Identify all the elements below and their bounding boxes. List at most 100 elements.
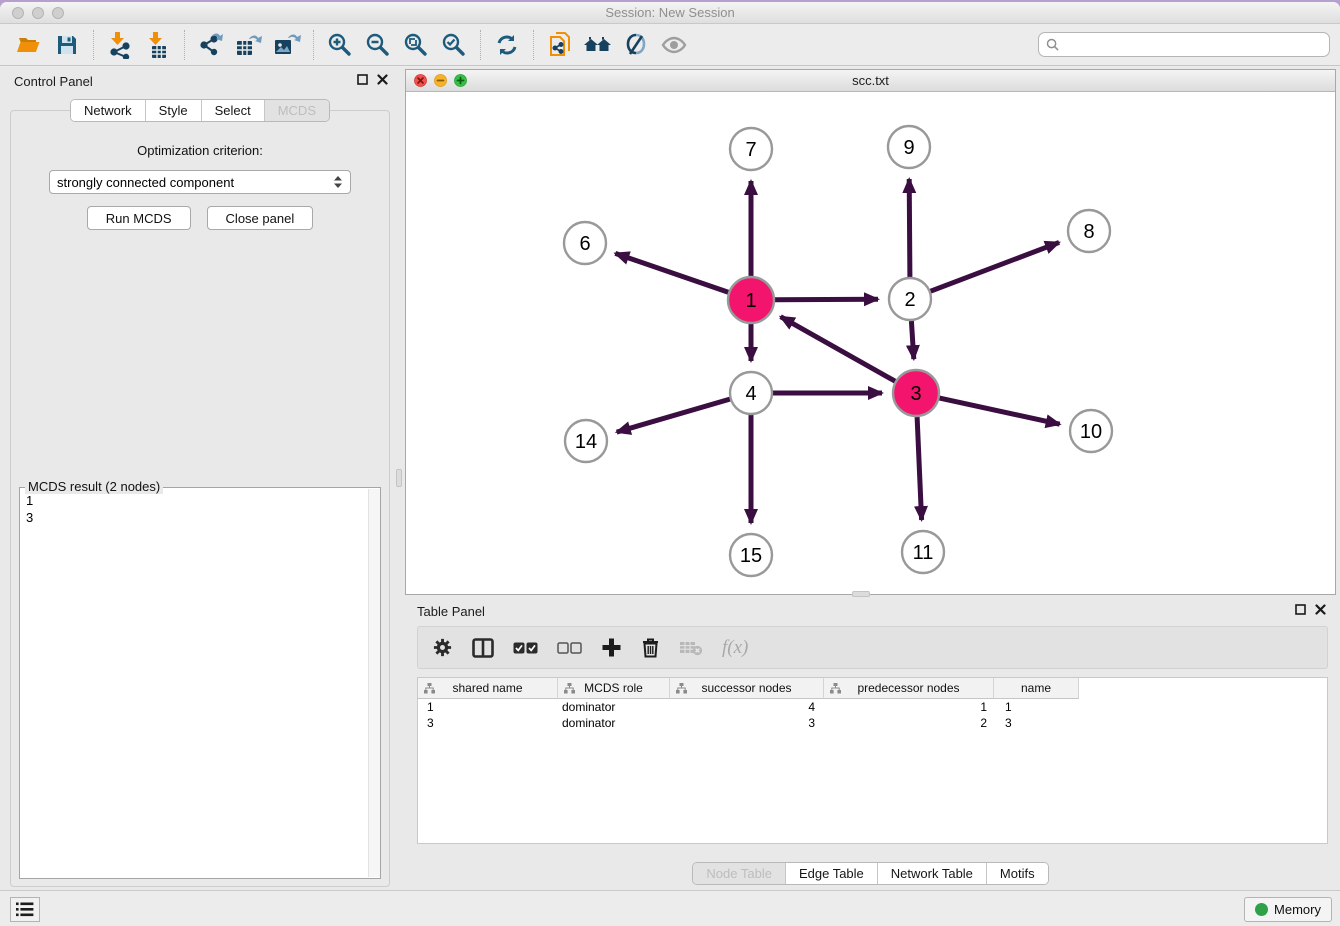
run-mcds-button[interactable]: Run MCDS <box>87 206 191 230</box>
settings-icon[interactable] <box>432 637 453 658</box>
tab-network[interactable]: Network <box>71 100 145 121</box>
graph-node-label: 7 <box>745 139 756 161</box>
task-history-button[interactable] <box>10 897 40 922</box>
table-row[interactable]: 3dominator323 <box>418 715 1327 731</box>
column-header-MCDS-role[interactable]: MCDS role <box>558 678 670 699</box>
graph-edge-2-3[interactable] <box>911 321 913 359</box>
memory-button[interactable]: Memory <box>1244 897 1332 922</box>
control-panel: Control Panel NetworkStyleSelectMCDS Opt… <box>4 69 396 889</box>
open-session-icon[interactable] <box>10 28 48 62</box>
delete-table-icon[interactable] <box>679 640 703 656</box>
tab-edge-table[interactable]: Edge Table <box>785 863 877 884</box>
close-panel-icon[interactable] <box>377 74 388 85</box>
table-cell[interactable]: dominator <box>558 715 670 731</box>
graph-edge-3-11[interactable] <box>917 417 922 520</box>
column-header-successor-nodes[interactable]: successor nodes <box>670 678 824 699</box>
export-table-icon[interactable] <box>230 28 268 62</box>
export-image-icon[interactable] <box>268 28 306 62</box>
deselect-all-icon[interactable] <box>557 642 582 654</box>
search-field[interactable] <box>1038 32 1330 57</box>
close-view-button[interactable] <box>414 74 427 87</box>
zoom-in-icon[interactable] <box>321 28 359 62</box>
table-splitter-handle[interactable] <box>852 591 870 597</box>
minimize-view-button[interactable] <box>434 74 447 87</box>
maximize-view-button[interactable] <box>454 74 467 87</box>
graph-edge-2-9[interactable] <box>909 179 910 277</box>
import-network-icon[interactable] <box>101 28 139 62</box>
main-toolbar <box>0 24 1340 66</box>
graph-edge-1-2[interactable] <box>775 299 878 300</box>
table-cell[interactable]: 3 <box>418 715 558 731</box>
chevron-up-down-icon <box>333 175 343 189</box>
select-all-icon[interactable] <box>513 642 538 654</box>
table-panel: Table Panel <box>405 599 1336 889</box>
mcds-result-text[interactable]: 1 3 <box>20 490 367 878</box>
tab-mcds[interactable]: MCDS <box>264 100 329 121</box>
graph-edge-1-6[interactable] <box>615 253 728 292</box>
eye-icon[interactable] <box>655 28 693 62</box>
table-cell[interactable]: 3 <box>670 715 824 731</box>
network-view-window: scc.txt 7968124314101511 <box>405 69 1336 595</box>
table-cell[interactable]: 2 <box>824 715 994 731</box>
toolbar-separator <box>533 30 534 60</box>
tab-node-table[interactable]: Node Table <box>693 863 785 884</box>
save-session-icon[interactable] <box>48 28 86 62</box>
network-canvas[interactable]: 7968124314101511 <box>406 92 1335 594</box>
graph-edge-2-8[interactable] <box>931 242 1060 291</box>
maximize-window-button[interactable] <box>52 7 64 19</box>
optimization-criterion-select[interactable]: strongly connected component <box>49 170 351 194</box>
toolbar-separator <box>480 30 481 60</box>
tab-style[interactable]: Style <box>145 100 201 121</box>
window-controls <box>12 7 64 19</box>
tab-network-table[interactable]: Network Table <box>877 863 986 884</box>
split-view-icon[interactable] <box>472 638 494 658</box>
graph-edge-3-1[interactable] <box>781 317 896 382</box>
zoom-selected-icon[interactable] <box>435 28 473 62</box>
header-filler <box>1079 678 1327 699</box>
hide-graphics-details-icon[interactable] <box>617 28 655 62</box>
table-cell[interactable]: 3 <box>994 715 1079 731</box>
table-cell[interactable]: 4 <box>670 699 824 715</box>
status-bar: Memory <box>0 890 1340 926</box>
add-column-icon[interactable] <box>601 637 622 658</box>
zoom-fit-icon[interactable] <box>397 28 435 62</box>
toolbar-separator <box>184 30 185 60</box>
graph-node-label: 4 <box>745 383 756 405</box>
table-cell[interactable]: 1 <box>824 699 994 715</box>
minimize-window-button[interactable] <box>32 7 44 19</box>
export-network-icon[interactable] <box>192 28 230 62</box>
duplicate-network-icon[interactable] <box>541 28 579 62</box>
zoom-out-icon[interactable] <box>359 28 397 62</box>
refresh-icon[interactable] <box>488 28 526 62</box>
table-cell[interactable]: 1 <box>418 699 558 715</box>
close-table-panel-icon[interactable] <box>1315 604 1326 615</box>
column-header-name[interactable]: name <box>994 678 1079 699</box>
mcds-tab-content: Optimization criterion: strongly connect… <box>10 110 390 887</box>
tab-motifs[interactable]: Motifs <box>986 863 1048 884</box>
window-titlebar: Session: New Session <box>0 2 1340 24</box>
tab-select[interactable]: Select <box>201 100 264 121</box>
network-window-titlebar: scc.txt <box>406 70 1335 92</box>
close-panel-button[interactable]: Close panel <box>207 206 314 230</box>
delete-column-icon[interactable] <box>641 637 660 658</box>
import-table-icon[interactable] <box>139 28 177 62</box>
list-icon <box>16 902 34 917</box>
table-row[interactable]: 1dominator411 <box>418 699 1327 715</box>
table-cell[interactable]: dominator <box>558 699 670 715</box>
search-input[interactable] <box>1064 37 1322 52</box>
graph-edge-4-14[interactable] <box>617 399 730 432</box>
optimization-criterion-label: Optimization criterion: <box>11 143 389 158</box>
home-icon[interactable] <box>579 28 617 62</box>
function-builder-icon[interactable]: f(x) <box>722 637 748 659</box>
graph-node-label: 2 <box>904 289 915 311</box>
network-graph[interactable]: 7968124314101511 <box>406 92 1335 594</box>
column-header-shared-name[interactable]: shared name <box>418 678 558 699</box>
graph-edge-3-10[interactable] <box>940 398 1060 424</box>
float-table-panel-icon[interactable] <box>1295 604 1306 615</box>
float-panel-icon[interactable] <box>357 74 368 85</box>
close-window-button[interactable] <box>12 7 24 19</box>
panel-splitter-handle[interactable] <box>396 469 402 487</box>
column-header-predecessor-nodes[interactable]: predecessor nodes <box>824 678 994 699</box>
table-cell[interactable]: 1 <box>994 699 1079 715</box>
result-scrollbar[interactable] <box>368 489 380 877</box>
